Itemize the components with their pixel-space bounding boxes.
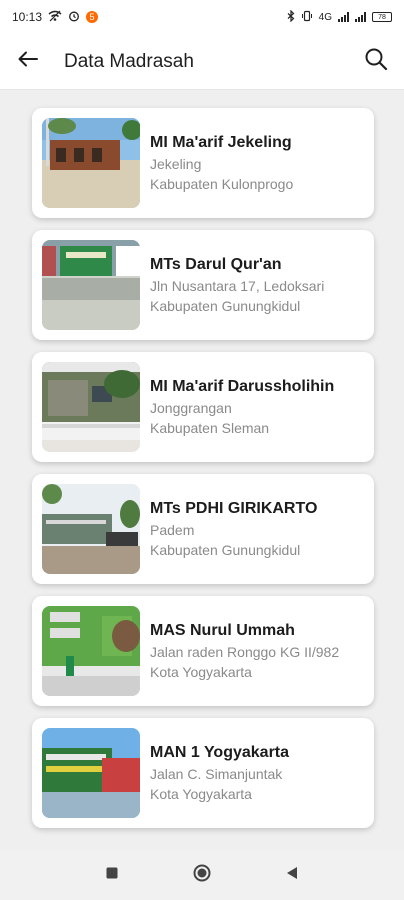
home-button[interactable] [157, 850, 247, 900]
signal-icon [338, 12, 349, 22]
madrasah-name: MI Ma'arif Darussholihin [150, 378, 335, 395]
page-title: Data Madrasah [64, 50, 194, 72]
vibrate-icon [301, 10, 313, 25]
madrasah-address: Jalan C. Simanjuntak [150, 766, 283, 782]
card-info: MTs PDHI GIRIKARTO Padem Kabupaten Gunun… [150, 500, 317, 558]
card-info: MI Ma'arif Darussholihin Jonggrangan Kab… [150, 378, 334, 436]
card-info: MTs Darul Qur'an Jln Nusantara 17, Ledok… [150, 256, 324, 314]
square-icon [106, 866, 118, 884]
signal-icon-2 [355, 12, 366, 22]
school-photo [42, 118, 140, 208]
madrasah-card[interactable]: MAS Nurul Ummah Jalan raden Ronggo KG II… [32, 596, 374, 706]
madrasah-card[interactable]: MAN 1 Yogyakarta Jalan C. Simanjuntak Ko… [32, 718, 374, 828]
search-button[interactable] [348, 34, 404, 90]
madrasah-region: Kota Yogyakarta [150, 664, 252, 680]
madrasah-region: Kabupaten Sleman [150, 420, 270, 436]
status-right: 4G 78 [287, 9, 392, 25]
madrasah-address: Jonggrangan [150, 400, 232, 416]
battery-icon: 78 [372, 12, 392, 22]
school-photo [42, 606, 140, 696]
bluetooth-icon [287, 9, 295, 25]
status-bar: 10:13 5 4G 78 [0, 0, 404, 34]
madrasah-region: Kabupaten Kulonprogo [150, 176, 294, 192]
madrasah-address: Jln Nusantara 17, Ledoksari [150, 278, 325, 294]
wifi-off-icon [48, 10, 62, 25]
madrasah-name: MTs PDHI GIRIKARTO [150, 500, 318, 517]
arrow-left-icon [18, 51, 38, 72]
app-bar: Data Madrasah [0, 34, 404, 90]
madrasah-card[interactable]: MTs PDHI GIRIKARTO Padem Kabupaten Gunun… [32, 474, 374, 584]
madrasah-card[interactable]: MTs Darul Qur'an Jln Nusantara 17, Ledok… [32, 230, 374, 340]
madrasah-address: Jalan raden Ronggo KG II/982 [150, 644, 340, 660]
school-photo [42, 484, 140, 574]
battery-level: 78 [378, 13, 386, 21]
madrasah-card[interactable]: MI Ma'arif Jekeling Jekeling Kabupaten K… [32, 108, 374, 218]
recents-button[interactable] [67, 850, 157, 900]
madrasah-region: Kota Yogyakarta [150, 786, 252, 802]
madrasah-region: Kabupaten Gunungkidul [150, 298, 301, 314]
alarm-icon [68, 10, 80, 25]
madrasah-address: Padem [150, 522, 195, 538]
back-button[interactable] [0, 34, 56, 90]
madrasah-region: Kabupaten Gunungkidul [150, 542, 301, 558]
school-photo [42, 240, 140, 330]
madrasah-name: MTs Darul Qur'an [150, 256, 282, 273]
madrasah-name: MI Ma'arif Jekeling [150, 134, 292, 151]
search-icon [364, 47, 388, 76]
madrasah-card[interactable]: MI Ma'arif Darussholihin Jonggrangan Kab… [32, 352, 374, 462]
madrasah-list[interactable]: MI Ma'arif Jekeling Jekeling Kabupaten K… [0, 90, 404, 850]
notification-badge: 5 [86, 11, 99, 23]
circle-icon [193, 864, 211, 887]
triangle-left-icon [286, 866, 298, 885]
school-photo [42, 728, 140, 818]
card-info: MI Ma'arif Jekeling Jekeling Kabupaten K… [150, 134, 293, 192]
card-info: MAS Nurul Ummah Jalan raden Ronggo KG II… [150, 622, 339, 680]
card-info: MAN 1 Yogyakarta Jalan C. Simanjuntak Ko… [150, 744, 289, 802]
madrasah-name: MAS Nurul Ummah [150, 622, 295, 639]
network-label: 4G [318, 11, 332, 23]
madrasah-name: MAN 1 Yogyakarta [150, 744, 290, 761]
back-nav-button[interactable] [247, 850, 337, 900]
system-nav-bar [0, 850, 404, 900]
clock: 10:13 [12, 10, 43, 24]
status-left: 10:13 5 [12, 10, 99, 25]
madrasah-address: Jekeling [150, 156, 202, 172]
school-photo [42, 362, 140, 452]
